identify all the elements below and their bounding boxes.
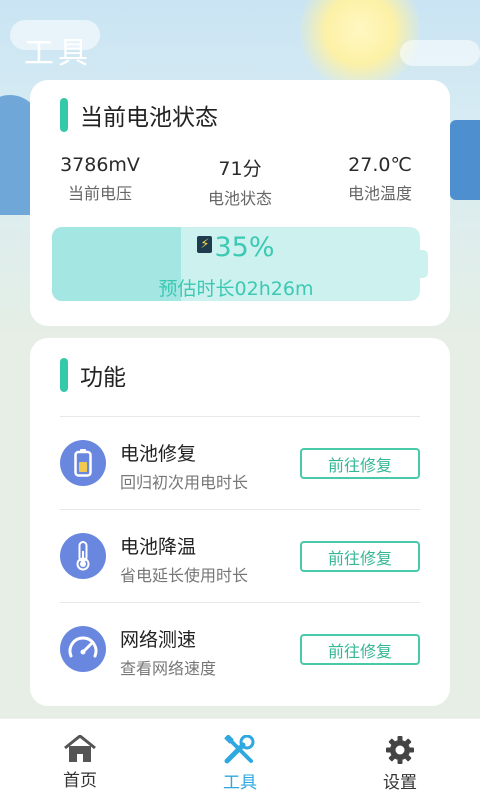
- tab-label: 工具: [223, 773, 257, 793]
- stat-label: 当前电压: [67, 184, 132, 203]
- stat-voltage: 3786mV 当前电压: [30, 154, 170, 209]
- tab-settings[interactable]: 设置: [320, 719, 480, 800]
- tab-home[interactable]: 首页: [0, 719, 160, 800]
- stat-value: 27.0℃: [348, 154, 412, 176]
- go-repair-button[interactable]: 前往修复: [300, 541, 420, 572]
- thermometer-icon: [60, 533, 106, 579]
- function-item-battery-repair: 电池修复 回归初次用电时长 前往修复: [60, 416, 420, 509]
- cloud-decoration: [400, 40, 480, 66]
- stat-battery-score: 71分 电池状态: [170, 154, 310, 209]
- stat-label: 电池状态: [207, 189, 272, 208]
- battery-status-card: 当前电池状态 3786mV 当前电压 71分 电池状态 27.0℃ 电池温度 ⚡…: [30, 80, 450, 326]
- function-item-network-speed: 网络测速 查看网络速度 前往修复: [60, 602, 420, 695]
- function-name: 网络测速: [120, 629, 197, 651]
- go-repair-button[interactable]: 前往修复: [300, 634, 420, 665]
- charging-bolt-icon: ⚡: [197, 236, 213, 253]
- battery-estimate: 预估时长02h26m: [158, 278, 314, 300]
- functions-card: 功能 电池修复 回归初次用电时长 前往修复 电池降温 省电延长使用时长 前往修复…: [30, 338, 450, 706]
- battery-percent-text: 35%: [214, 232, 275, 263]
- battery-tip: [420, 250, 428, 278]
- stat-value: 3786mV: [60, 154, 140, 176]
- tab-label: 首页: [63, 771, 97, 791]
- battery-section-header: 当前电池状态: [60, 98, 218, 132]
- tab-label: 设置: [383, 773, 417, 793]
- functions-section-title: 功能: [80, 365, 126, 391]
- battery-icon: [60, 440, 106, 486]
- battery-level-bar: ⚡ 35% 预估时长02h26m: [52, 227, 420, 301]
- function-desc: 回归初次用电时长: [120, 473, 249, 492]
- stat-temperature: 27.0℃ 电池温度: [310, 154, 450, 209]
- home-icon: [64, 735, 96, 762]
- gear-icon: [386, 736, 414, 764]
- stat-value: 71分: [218, 158, 262, 180]
- speedometer-icon: [60, 626, 106, 672]
- battery-percent: ⚡ 35%: [52, 232, 420, 263]
- battery-section-title: 当前电池状态: [80, 105, 218, 131]
- function-list: 电池修复 回归初次用电时长 前往修复 电池降温 省电延长使用时长 前往修复 网络…: [60, 416, 420, 695]
- function-name: 电池降温: [120, 536, 197, 558]
- battery-stats: 3786mV 当前电压 71分 电池状态 27.0℃ 电池温度: [30, 154, 450, 209]
- stat-label: 电池温度: [347, 184, 412, 203]
- section-accent-bar: [60, 358, 68, 392]
- bottom-tab-bar: 首页 工具 设置: [0, 718, 480, 800]
- function-desc: 省电延长使用时长: [120, 566, 249, 585]
- section-accent-bar: [60, 98, 68, 132]
- functions-section-header: 功能: [60, 358, 126, 392]
- function-item-battery-cooling: 电池降温 省电延长使用时长 前往修复: [60, 509, 420, 602]
- page-title: 工具: [24, 36, 92, 71]
- function-desc: 查看网络速度: [120, 659, 217, 678]
- function-name: 电池修复: [120, 443, 197, 465]
- tools-icon: [224, 735, 255, 764]
- tab-tools[interactable]: 工具: [160, 719, 320, 800]
- go-repair-button[interactable]: 前往修复: [300, 448, 420, 479]
- building-decoration: [450, 120, 480, 200]
